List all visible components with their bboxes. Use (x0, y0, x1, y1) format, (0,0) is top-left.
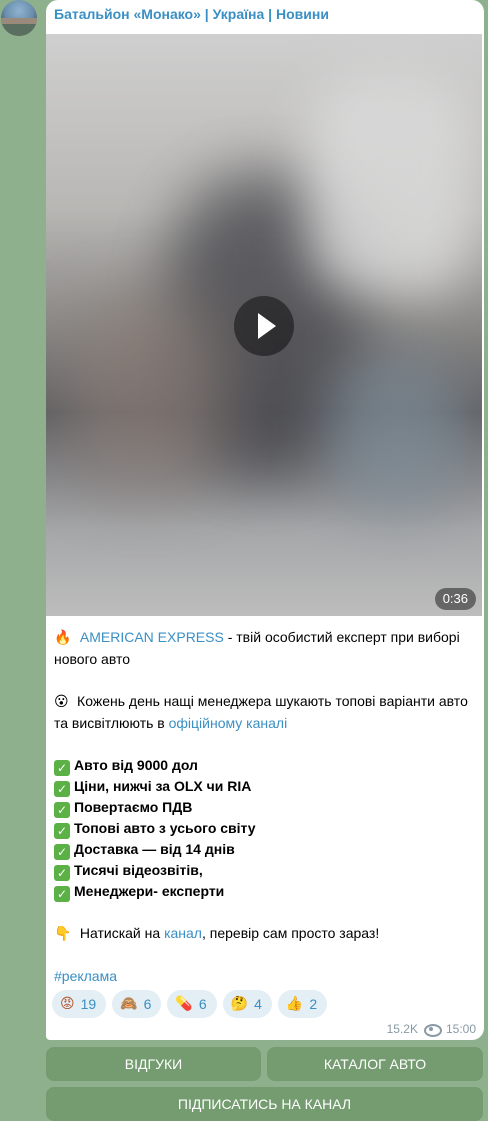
thumbs-up-icon: 👍 (285, 996, 304, 1012)
text-line-3: 👇 Натискай на канал, перевір сам просто … (54, 925, 380, 942)
channel-name[interactable]: Батальйон «Монако» | Україна | Новини (54, 6, 329, 22)
message-text: 🔥 AMERICAN EXPRESS - твій особистий експ… (54, 627, 474, 987)
angry-face-icon: 😡 (60, 996, 75, 1012)
reaction-count: 19 (80, 996, 97, 1012)
reaction-count: 4 (254, 996, 262, 1012)
check-item: ✓ Менеджери- експерти (54, 881, 474, 902)
video-duration: 0:36 (434, 588, 476, 610)
check-icon: ✓ (54, 823, 70, 839)
catalog-button[interactable]: КАТАЛОГ АВТО (267, 1047, 483, 1081)
reaction-angry[interactable]: 😡 19 (52, 990, 107, 1018)
text-line-2: 😮 Кожень день нащі менеджера шукають топ… (54, 693, 468, 731)
channel-link[interactable]: канал (164, 925, 202, 941)
message-time: 15:00 (445, 1022, 476, 1036)
reaction-thumbs-up[interactable]: 👍 2 (277, 990, 328, 1018)
play-icon[interactable] (234, 296, 294, 356)
hashtag-line: #реклама (54, 966, 474, 987)
check-icon: ✓ (54, 865, 70, 881)
thinking-face-icon: 🤔 (230, 996, 249, 1012)
subscribe-button[interactable]: ПІДПИСАТИСЬ НА КАНАЛ (46, 1087, 483, 1121)
pointing-down-icon: 👇 (54, 926, 76, 942)
check-item: ✓ Авто від 9000 дол (54, 755, 474, 776)
reviews-button[interactable]: ВІДГУКИ (46, 1047, 261, 1081)
hashtag-link[interactable]: #реклама (54, 968, 117, 984)
reaction-pill[interactable]: 💊 6 (167, 990, 217, 1018)
brand-link[interactable]: AMERICAN EXPRESS (80, 629, 224, 645)
reactions-bar: 😡 19 🙈 6 💊 6 🤔 4 👍 2 (52, 990, 328, 1018)
check-icon: ✓ (54, 844, 70, 860)
view-count: 15.2K (386, 1022, 418, 1036)
official-channel-link[interactable]: офіційному каналі (169, 715, 288, 731)
check-item: ✓ Доставка — від 14 днів (54, 839, 474, 860)
reaction-count: 2 (309, 996, 318, 1012)
check-icon: ✓ (54, 886, 70, 902)
message-meta: 15.2K 15:00 (386, 1022, 476, 1037)
check-icon: ✓ (54, 781, 70, 797)
check-icon: ✓ (54, 760, 70, 776)
check-item: ✓ Тисячі відеозвітів, (54, 860, 474, 881)
pill-icon: 💊 (175, 996, 193, 1012)
monkey-icon: 🙈 (120, 996, 138, 1012)
reaction-count: 6 (143, 996, 152, 1012)
reaction-see-no-evil[interactable]: 🙈 6 (112, 990, 162, 1018)
fire-icon: 🔥 (54, 630, 76, 646)
reaction-count: 6 (198, 996, 207, 1012)
check-icon: ✓ (54, 802, 70, 818)
message-bubble: Батальйон «Монако» | Україна | Новини 0:… (46, 0, 484, 1040)
check-item: ✓ Топові авто з усього світу (54, 818, 474, 839)
surprised-face-icon: 😮 (54, 694, 74, 710)
reaction-thinking[interactable]: 🤔 4 (222, 990, 272, 1018)
text-line-1: 🔥 AMERICAN EXPRESS - твій особистий експ… (54, 629, 460, 667)
check-item: ✓ Ціни, нижчі за OLX чи RIA (54, 776, 474, 797)
check-item: ✓ Повертаємо ПДВ (54, 797, 474, 818)
channel-avatar[interactable] (1, 0, 37, 36)
eye-icon (423, 1024, 442, 1037)
video-player[interactable]: 0:36 (46, 34, 482, 616)
